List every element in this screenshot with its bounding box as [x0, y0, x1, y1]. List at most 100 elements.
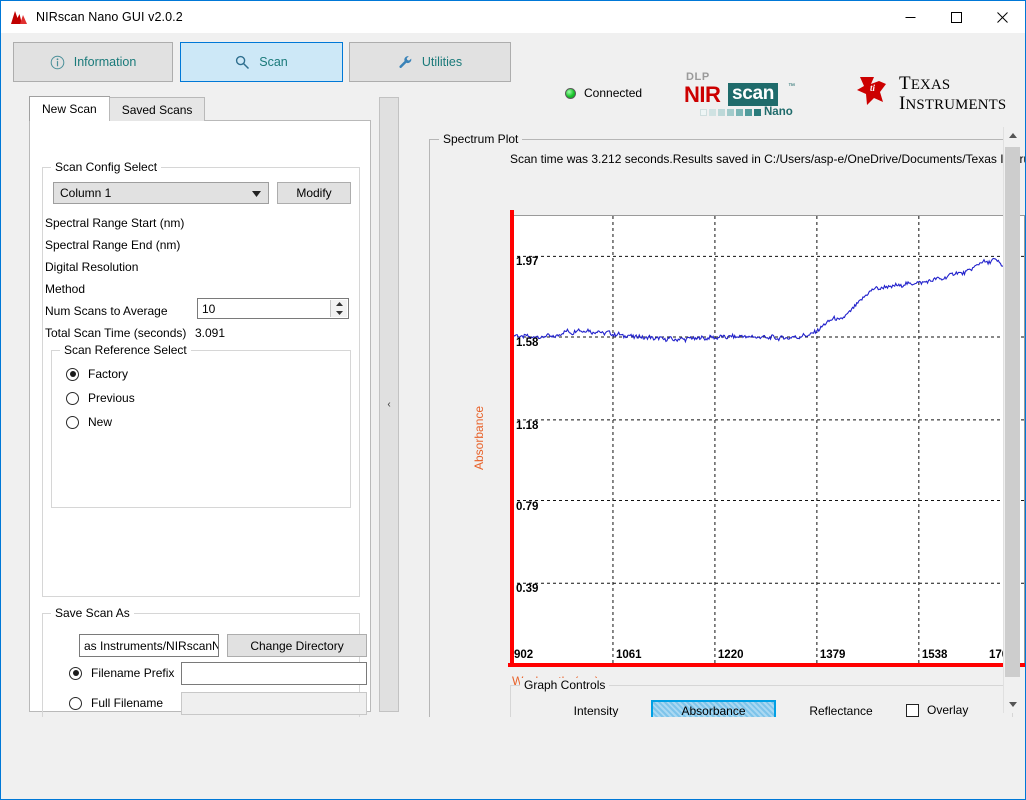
tab-new-scan[interactable]: New Scan	[29, 96, 110, 121]
change-directory-label: Change Directory	[250, 638, 344, 653]
chart-canvas	[510, 216, 1024, 664]
overlay-checkbox[interactable]: Overlay	[906, 703, 968, 717]
texas-instruments-logo: ti TEXAS INSTRUMENTS	[853, 71, 1006, 119]
filename-prefix-input[interactable]	[181, 662, 367, 685]
title-bar: NIRscan Nano GUI v2.0.2	[1, 1, 1025, 33]
radio-filename-prefix-label: Filename Prefix	[91, 666, 175, 680]
nav-label-utilities: Utilities	[421, 55, 463, 69]
chart-x-tick-label: 1538	[921, 649, 948, 661]
scan-result-message: Scan time was 3.212 seconds.Results save…	[510, 152, 1026, 166]
radio-full-filename[interactable]: Full Filename	[69, 696, 163, 710]
save-directory-value: as Instruments/NIRscanNano	[84, 638, 219, 653]
chart-y-tick-label: 0.39	[516, 583, 539, 596]
connection-led-icon	[565, 87, 576, 99]
graph-button-reflectance-label: Reflectance	[809, 704, 873, 718]
graph-button-absorbance-label: Absorbance	[681, 704, 746, 718]
nav-button-information[interactable]: Information	[13, 42, 173, 82]
tab-new-scan-label: New Scan	[42, 102, 97, 116]
label-digital-resolution: Digital Resolution	[45, 260, 139, 274]
scan-reference-select-group: Scan Reference Select Factory Previous N…	[51, 343, 351, 508]
spectrum-chart[interactable]: 0.39 0.79 1.18 1.58 1.97 902 1061 1220 1379 1538…	[508, 210, 1025, 667]
label-spectral-range-start: Spectral Range Start (nm)	[45, 216, 185, 230]
info-icon	[50, 55, 65, 70]
magnifier-icon	[235, 55, 250, 70]
chart-x-tick-label: 1061	[615, 649, 642, 661]
save-scan-as-title: Save Scan As	[51, 606, 134, 620]
scroll-down-icon[interactable]	[1004, 696, 1021, 713]
new-scan-tab-panel: Scan Config Select Column 1 Modify Spect…	[29, 120, 371, 773]
connection-label: Connected	[584, 86, 643, 100]
full-filename-input[interactable]	[181, 692, 367, 715]
minimize-button[interactable]	[887, 1, 933, 33]
chart-y-tick-label: 0.79	[516, 500, 539, 513]
scan-config-combobox[interactable]: Column 1	[53, 182, 269, 204]
logo-nano-text: Nano	[764, 106, 793, 118]
scan-config-select-group: Scan Config Select Column 1 Modify Spect…	[42, 160, 360, 597]
nirscan-nano-logo: DLP NIR scan ™ Nano	[684, 71, 795, 119]
nav-button-scan[interactable]: Scan	[180, 42, 343, 82]
scan-reference-select-title: Scan Reference Select	[60, 343, 191, 357]
overlay-checkbox-label: Overlay	[927, 703, 969, 717]
tab-saved-scans-label: Saved Scans	[121, 102, 193, 117]
tab-saved-scans[interactable]: Saved Scans	[108, 97, 206, 121]
save-directory-input[interactable]: as Instruments/NIRscanNano	[79, 634, 219, 657]
status-area: Device Status Error Status Press to clea…	[1, 717, 1025, 799]
label-method: Method	[45, 282, 86, 296]
ti-mark-icon: ti	[853, 74, 893, 112]
nirscan-app-icon	[10, 8, 28, 26]
radio-reference-previous[interactable]: Previous	[66, 391, 135, 405]
num-scans-value: 10	[202, 301, 216, 316]
scan-config-select-title: Scan Config Select	[51, 160, 162, 174]
maximize-button[interactable]	[933, 1, 979, 33]
scan-config-combobox-value: Column 1	[60, 186, 112, 200]
svg-text:ti: ti	[870, 83, 876, 93]
chart-y-tick-label: 1.97	[516, 256, 539, 269]
radio-new-dot-icon	[66, 415, 79, 429]
scrollbar-thumb[interactable]	[1005, 147, 1020, 677]
radio-full-filename-dot-icon	[69, 696, 82, 710]
right-panel-scrollbar[interactable]	[1003, 127, 1020, 713]
scroll-up-icon[interactable]	[1004, 127, 1021, 144]
change-directory-button[interactable]: Change Directory	[227, 634, 367, 657]
spinner-down-icon[interactable]	[331, 309, 347, 318]
spinner-up-icon[interactable]	[331, 300, 347, 309]
num-scans-stepper[interactable]: 10	[197, 298, 349, 319]
chart-x-tick-label: 902	[514, 649, 534, 661]
value-total-scan-time: 3.091	[195, 326, 226, 340]
window-controls	[887, 1, 1025, 33]
radio-filename-prefix[interactable]: Filename Prefix	[69, 666, 174, 680]
modify-button[interactable]: Modify	[277, 182, 351, 204]
radio-factory-label: Factory	[88, 367, 129, 381]
wrench-icon	[398, 55, 413, 70]
logo-squares-icon	[700, 109, 761, 116]
ti-logo-line1: TEXAS	[899, 73, 951, 94]
radio-reference-factory[interactable]: Factory	[66, 367, 128, 381]
modify-button-label: Modify	[296, 186, 332, 200]
window-title: NIRscan Nano GUI v2.0.2	[36, 10, 183, 24]
nav-label-scan: Scan	[259, 55, 288, 69]
nav-button-utilities[interactable]: Utilities	[349, 42, 511, 82]
label-spectral-range-end: Spectral Range End (nm)	[45, 238, 181, 252]
radio-reference-new[interactable]: New	[66, 415, 112, 429]
scan-tab-strip: New Scan Saved Scans	[29, 96, 206, 121]
chart-y-axis-line	[510, 210, 514, 666]
panel-splitter[interactable]: ‹	[379, 97, 399, 712]
radio-previous-label: Previous	[88, 391, 135, 405]
application-window: NIRscan Nano GUI v2.0.2 Information Scan…	[0, 0, 1026, 800]
connection-status: Connected	[565, 86, 642, 100]
chart-x-tick-label: 1220	[717, 649, 744, 661]
top-navigation-bar: Information Scan Utilities Connected DLP…	[1, 33, 1025, 118]
close-button[interactable]	[979, 1, 1025, 33]
label-total-scan-time: Total Scan Time (seconds)	[45, 326, 187, 340]
overlay-checkbox-box-icon	[906, 703, 919, 717]
logo-trademark-icon: ™	[788, 83, 795, 90]
spectrum-plot-group: Spectrum Plot Scan time was 3.212 second…	[429, 132, 1025, 769]
radio-filename-prefix-dot-icon	[69, 666, 82, 680]
splitter-collapse-icon[interactable]: ‹	[387, 399, 390, 410]
chart-y-tick-label: 1.18	[516, 419, 539, 432]
save-scan-as-group: Save Scan As as Instruments/NIRscanNano …	[42, 606, 367, 731]
num-scans-spinner[interactable]	[330, 300, 347, 317]
radio-new-label: New	[88, 415, 113, 429]
chevron-down-icon	[252, 186, 261, 200]
radio-factory-dot-icon	[66, 367, 79, 381]
